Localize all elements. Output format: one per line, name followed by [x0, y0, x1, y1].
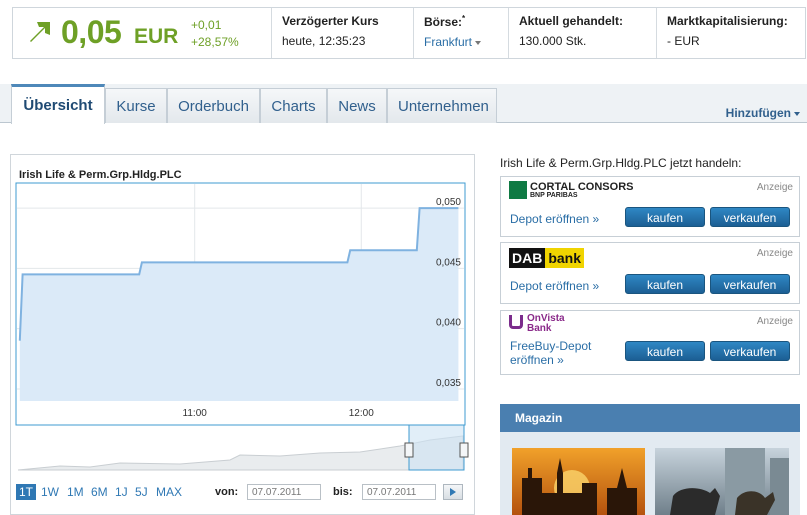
to-label: bis:: [333, 486, 353, 498]
range-1m[interactable]: 1M: [67, 485, 84, 499]
y-tick-label: 0,045: [436, 257, 461, 268]
ad-label: Anzeige: [756, 248, 793, 259]
price-area: [19, 208, 459, 401]
broker-dab-bank: DAB bank Anzeige Depot eröffnen » kaufen …: [500, 242, 800, 304]
navigator-selection[interactable]: [408, 424, 465, 471]
trade-heading: Irish Life & Perm.Grp.Hldg.PLC jetzt han…: [500, 156, 742, 170]
ad-label: Anzeige: [756, 316, 793, 327]
bull-bear-statue-image[interactable]: [655, 448, 789, 515]
sell-button[interactable]: verkaufen: [710, 207, 790, 227]
navigator-handle-right[interactable]: [459, 442, 469, 458]
y-tick-label: 0,050: [436, 197, 461, 208]
cortal-consors-logo[interactable]: CORTAL CONSORS BNP PARIBAS: [509, 181, 634, 201]
broker-onvista-bank: OnVista Bank Anzeige FreeBuy-Depot eröffn…: [500, 310, 800, 375]
range-5j[interactable]: 5J: [135, 485, 148, 499]
to-date-input[interactable]: [362, 484, 436, 500]
buy-button[interactable]: kaufen: [625, 341, 705, 361]
x-tick-label: 12:00: [349, 408, 374, 419]
buy-button[interactable]: kaufen: [625, 207, 705, 227]
range-max[interactable]: MAX: [156, 485, 182, 499]
dab-bank-logo[interactable]: DAB bank: [509, 248, 585, 268]
sell-button[interactable]: verkaufen: [710, 341, 790, 361]
open-depot-link[interactable]: FreeBuy-Depot: [510, 339, 591, 353]
chart-navigator[interactable]: [17, 424, 469, 471]
open-depot-link[interactable]: Depot eröffnen »: [510, 212, 599, 226]
ad-label: Anzeige: [756, 182, 793, 193]
x-tick-label: 11:00: [183, 408, 208, 419]
navigator-handle-left[interactable]: [404, 442, 414, 458]
open-depot-link-line2[interactable]: eröffnen »: [510, 353, 564, 367]
broker-cortal-consors: CORTAL CONSORS BNP PARIBAS Anzeige Depot …: [500, 176, 800, 237]
from-label: von:: [215, 486, 239, 498]
range-6m[interactable]: 6M: [91, 485, 108, 499]
oil-rig-image[interactable]: [512, 448, 645, 515]
open-depot-link[interactable]: Depot eröffnen »: [510, 279, 599, 293]
sell-button[interactable]: verkaufen: [710, 274, 790, 294]
magazin-box: Magazin: [500, 404, 800, 515]
range-1t[interactable]: 1T: [16, 484, 37, 500]
apply-range-button[interactable]: [443, 484, 463, 500]
magazin-title: Magazin: [500, 404, 800, 432]
from-date-input[interactable]: [247, 484, 321, 500]
y-tick-label: 0,040: [436, 318, 461, 329]
range-1j[interactable]: 1J: [115, 485, 128, 499]
y-tick-label: 0,035: [436, 378, 461, 389]
buy-button[interactable]: kaufen: [625, 274, 705, 294]
range-1w[interactable]: 1W: [41, 485, 59, 499]
